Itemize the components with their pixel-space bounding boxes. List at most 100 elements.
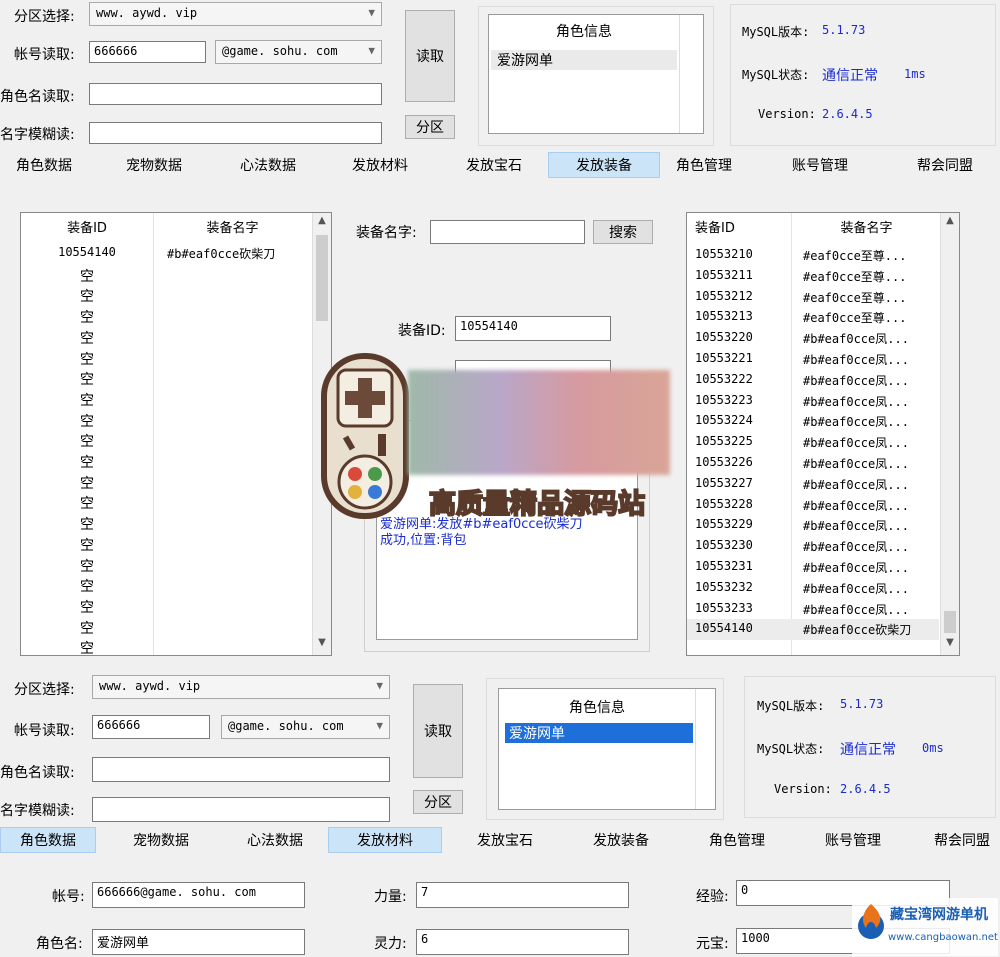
- scroll-up-icon[interactable]: ▲: [941, 215, 959, 231]
- table-row[interactable]: 10553212 #eaf0cce至尊...: [687, 287, 939, 308]
- role-info-item[interactable]: 爱游网单: [491, 50, 677, 70]
- form-strength-input[interactable]: 7: [416, 882, 629, 908]
- table-row[interactable]: 空: [21, 554, 311, 575]
- table-row[interactable]: 空: [21, 347, 311, 368]
- role-info-list[interactable]: 角色信息 爱游网单: [488, 14, 704, 134]
- tab-2[interactable]: 宠物数据: [114, 152, 194, 178]
- table-row[interactable]: 空: [21, 409, 311, 430]
- table-row[interactable]: 10553220 #b#eaf0cce凤...: [687, 328, 939, 349]
- scroll-up-icon[interactable]: ▲: [313, 215, 331, 231]
- table-row[interactable]: 10553225 #b#eaf0cce凤...: [687, 432, 939, 453]
- table-row[interactable]: 空: [21, 636, 311, 655]
- server-select[interactable]: www. aywd. vip ▼: [89, 2, 382, 26]
- equip-name-input[interactable]: [430, 220, 585, 244]
- domain-select-value: @game. sohu. com: [228, 719, 344, 733]
- table-row[interactable]: 10554140 #b#eaf0cce砍柴刀: [687, 619, 939, 641]
- role-info-list[interactable]: 角色信息 爱游网单: [498, 688, 716, 810]
- tab-1[interactable]: 角色数据: [0, 827, 96, 853]
- tab-2[interactable]: 宠物数据: [116, 827, 206, 853]
- equip-name-cell: #b#eaf0cce凤...: [803, 353, 909, 367]
- scroll-thumb[interactable]: [316, 235, 328, 321]
- role-name-input[interactable]: [89, 83, 382, 105]
- tab-6[interactable]: 发放装备: [548, 152, 660, 178]
- tab-1[interactable]: 角色数据: [4, 152, 84, 178]
- table-row[interactable]: 10553228 #b#eaf0cce凤...: [687, 495, 939, 516]
- search-button[interactable]: 搜索: [593, 220, 653, 244]
- equip-id-cell: 空: [80, 310, 94, 327]
- table-row[interactable]: 空: [21, 305, 311, 326]
- domain-select[interactable]: @game. sohu. com ▼: [215, 40, 382, 64]
- equip-id-input[interactable]: 10554140: [455, 316, 611, 341]
- table-row[interactable]: 空: [21, 512, 311, 533]
- table-row[interactable]: 10553221 #b#eaf0cce凤...: [687, 349, 939, 370]
- role-name-input[interactable]: [92, 757, 390, 782]
- column-equip-id[interactable]: 装备ID: [21, 213, 153, 237]
- table-row[interactable]: 空: [21, 491, 311, 512]
- tab-9[interactable]: 帮会同盟: [922, 827, 1000, 853]
- tab-9[interactable]: 帮会同盟: [894, 152, 996, 178]
- tab-5[interactable]: 发放宝石: [454, 152, 534, 178]
- table-row[interactable]: 10553210 #eaf0cce至尊...: [687, 245, 939, 266]
- form-account-input[interactable]: 666666@game. sohu. com: [92, 882, 305, 908]
- scroll-down-icon[interactable]: ▼: [941, 637, 959, 653]
- table-row[interactable]: 空: [21, 574, 311, 595]
- column-equip-name[interactable]: 装备名字: [153, 213, 311, 237]
- table-row[interactable]: 10553232 #b#eaf0cce凤...: [687, 578, 939, 599]
- table-row[interactable]: 空: [21, 471, 311, 492]
- role-info-item-selected[interactable]: 爱游网单: [505, 723, 693, 743]
- table-row[interactable]: 10553230 #b#eaf0cce凤...: [687, 536, 939, 557]
- server-select[interactable]: www. aywd. vip ▼: [92, 675, 390, 699]
- tab-8[interactable]: 账号管理: [808, 827, 898, 853]
- form-role-input[interactable]: 爱游网单: [92, 929, 305, 955]
- table-row[interactable]: 10553211 #eaf0cce至尊...: [687, 266, 939, 287]
- table-row[interactable]: 10553227 #b#eaf0cce凤...: [687, 474, 939, 495]
- tab-3[interactable]: 心法数据: [230, 827, 320, 853]
- inventory-list[interactable]: 装备ID 装备名字 10554140 #b#eaf0cce砍柴刀空空空空空空空空空…: [20, 212, 332, 656]
- tab-4[interactable]: 发放材料: [328, 827, 442, 853]
- read-button[interactable]: 读取: [413, 684, 463, 778]
- table-row[interactable]: 10553226 #b#eaf0cce凤...: [687, 453, 939, 474]
- table-row[interactable]: 空: [21, 616, 311, 637]
- fuzzy-name-input[interactable]: [92, 797, 390, 822]
- table-row[interactable]: 10553224 #b#eaf0cce凤...: [687, 411, 939, 432]
- table-row[interactable]: 10553213 #eaf0cce至尊...: [687, 307, 939, 328]
- equipment-catalog-list[interactable]: 装备ID 装备名字 10553210 #eaf0cce至尊... 10553211 #…: [686, 212, 960, 656]
- table-row[interactable]: 10553222 #b#eaf0cce凤...: [687, 370, 939, 391]
- table-row[interactable]: 空: [21, 284, 311, 305]
- account-input[interactable]: 666666: [89, 41, 206, 63]
- fuzzy-name-input[interactable]: [89, 122, 382, 144]
- tab-6[interactable]: 发放装备: [576, 827, 666, 853]
- table-row[interactable]: 空: [21, 388, 311, 409]
- scroll-down-icon[interactable]: ▼: [313, 637, 331, 653]
- read-button[interactable]: 读取: [405, 10, 455, 102]
- column-equip-name[interactable]: 装备名字: [791, 213, 941, 237]
- tab-7[interactable]: 角色管理: [664, 152, 744, 178]
- table-row[interactable]: 10553233 #b#eaf0cce凤...: [687, 599, 939, 620]
- zone-button[interactable]: 分区: [405, 115, 455, 139]
- tab-7[interactable]: 角色管理: [692, 827, 782, 853]
- tab-8[interactable]: 账号管理: [780, 152, 860, 178]
- table-row[interactable]: 10553223 #b#eaf0cce凤...: [687, 391, 939, 412]
- tab-4[interactable]: 发放材料: [340, 152, 420, 178]
- equip-id-cell: 空: [80, 330, 94, 347]
- catalog-list-header: 装备ID 装备名字: [687, 213, 941, 237]
- table-row[interactable]: 空: [21, 326, 311, 347]
- scroll-thumb[interactable]: [944, 611, 956, 633]
- column-equip-id[interactable]: 装备ID: [687, 213, 791, 237]
- catalog-scrollbar[interactable]: ▲ ▼: [940, 213, 959, 655]
- tab-3[interactable]: 心法数据: [228, 152, 308, 178]
- table-row[interactable]: 空: [21, 429, 311, 450]
- table-row[interactable]: 空: [21, 595, 311, 616]
- zone-button[interactable]: 分区: [413, 790, 463, 814]
- table-row[interactable]: 10553231 #b#eaf0cce凤...: [687, 557, 939, 578]
- table-row[interactable]: 10554140 #b#eaf0cce砍柴刀: [21, 243, 311, 264]
- table-row[interactable]: 10553229 #b#eaf0cce凤...: [687, 515, 939, 536]
- account-input[interactable]: 666666: [92, 715, 210, 739]
- table-row[interactable]: 空: [21, 264, 311, 285]
- table-row[interactable]: 空: [21, 533, 311, 554]
- table-row[interactable]: 空: [21, 367, 311, 388]
- table-row[interactable]: 空: [21, 450, 311, 471]
- domain-select[interactable]: @game. sohu. com ▼: [221, 715, 390, 739]
- form-spirit-input[interactable]: 6: [416, 929, 629, 955]
- tab-5[interactable]: 发放宝石: [460, 827, 550, 853]
